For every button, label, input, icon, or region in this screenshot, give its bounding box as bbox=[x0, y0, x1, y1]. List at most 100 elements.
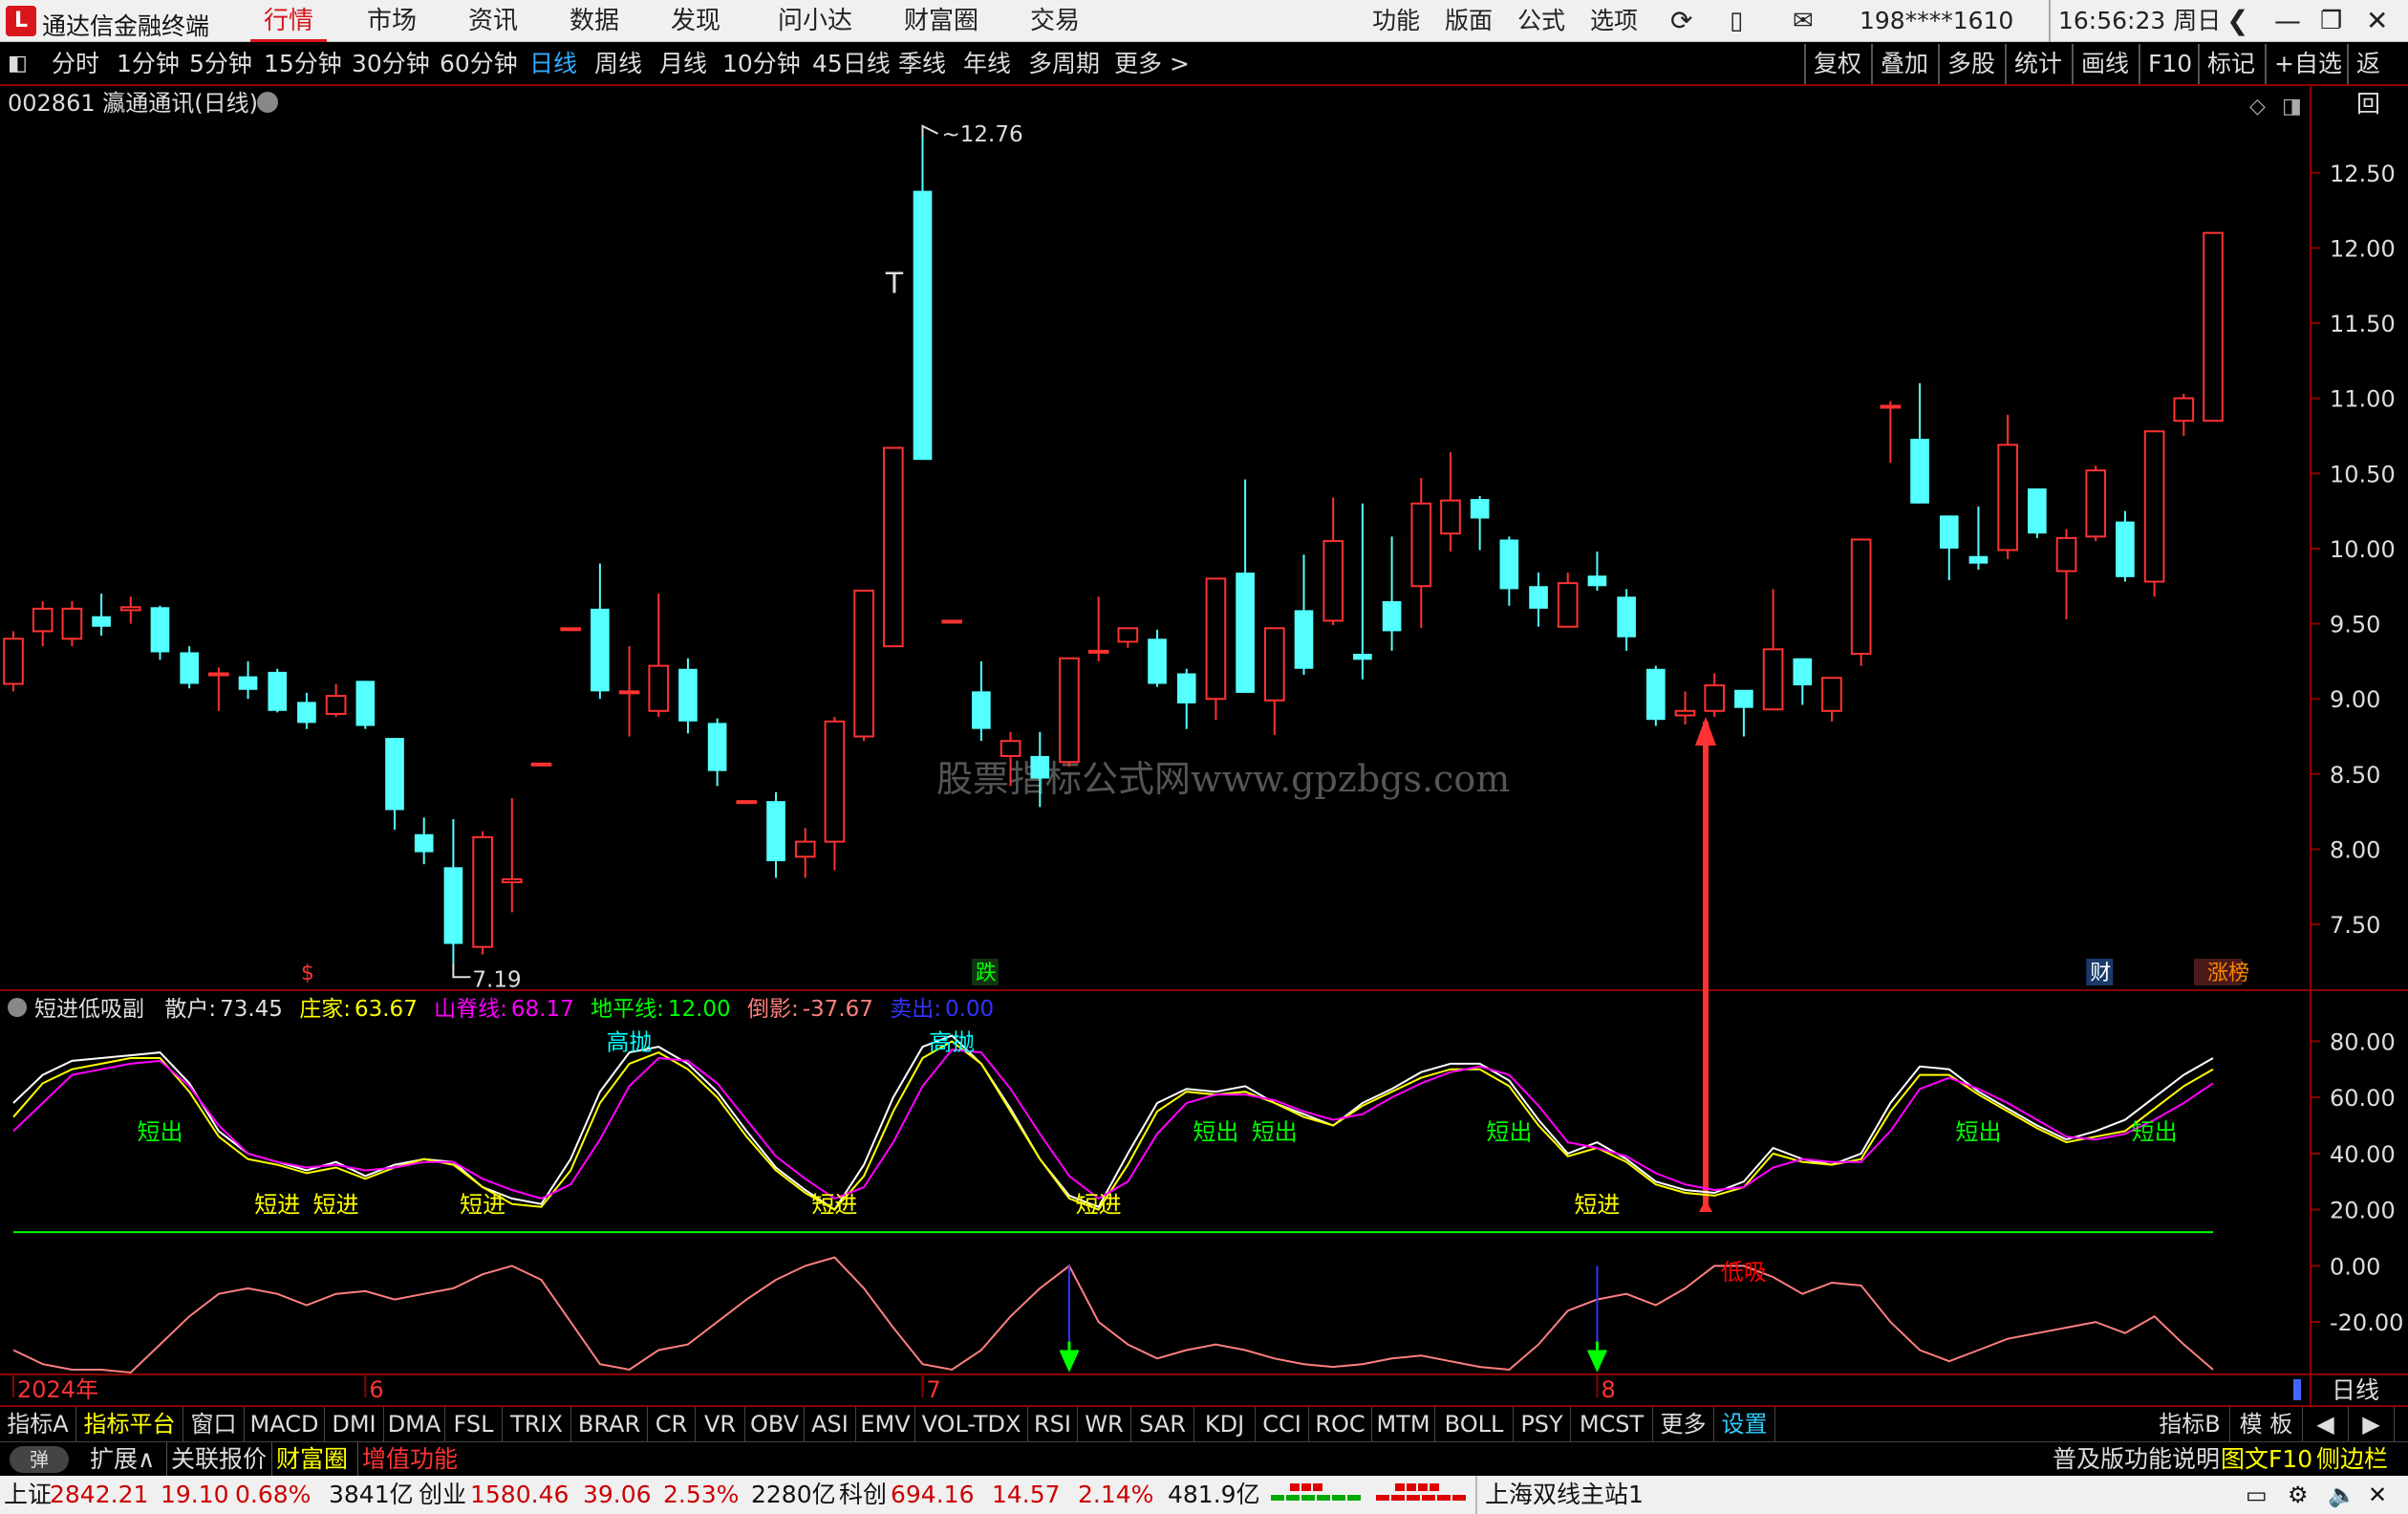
menu-options[interactable]: 选项 bbox=[1590, 0, 1638, 42]
event-marker[interactable]: $ bbox=[301, 962, 314, 985]
cy-label[interactable]: 创业 bbox=[419, 1476, 466, 1514]
event-marker[interactable]: 跌 bbox=[976, 962, 997, 985]
menu-discover[interactable]: 发现 bbox=[657, 0, 734, 42]
restore-icon[interactable]: ❐ bbox=[2320, 0, 2342, 42]
period-15min[interactable]: 15分钟 bbox=[264, 44, 342, 84]
ind-tab-sar[interactable]: SAR bbox=[1131, 1407, 1194, 1441]
period-5min[interactable]: 5分钟 bbox=[189, 44, 252, 84]
menu-wealth[interactable]: 财富圈 bbox=[891, 0, 992, 42]
ind-tab-obv[interactable]: OBV bbox=[745, 1407, 805, 1441]
period-weekly[interactable]: 周线 bbox=[594, 44, 642, 84]
ind-prev-icon[interactable]: ◀ bbox=[2303, 1407, 2349, 1441]
close-icon[interactable]: ✕ bbox=[2366, 0, 2388, 42]
tool-fuquan[interactable]: 复权 bbox=[1804, 44, 1869, 84]
chart-area[interactable]: 002861 瀛通通讯(日线) ◇ ◨ 股票指标公式网www.gpzbgs.co… bbox=[0, 86, 2408, 1405]
ind-tab-rsi[interactable]: RSI bbox=[1028, 1407, 1078, 1441]
ind-tab-psy[interactable]: PSY bbox=[1514, 1407, 1571, 1441]
period-daily[interactable]: 日线 bbox=[529, 44, 577, 84]
pop-toggle[interactable]: 弹 bbox=[10, 1446, 69, 1473]
sidebar-button[interactable]: 侧边栏 « bbox=[2316, 1442, 2408, 1507]
ind-tab-boll[interactable]: BOLL bbox=[1435, 1407, 1514, 1441]
period-quarterly[interactable]: 季线 bbox=[898, 44, 946, 84]
ind-tab-a[interactable]: 指标A bbox=[0, 1407, 76, 1441]
period-monthly[interactable]: 月线 bbox=[659, 44, 707, 84]
ind-tab-emv[interactable]: EMV bbox=[856, 1407, 915, 1441]
sh-label[interactable]: 上证 bbox=[4, 1476, 52, 1514]
panel-icon[interactable]: ◨ bbox=[2282, 95, 2302, 119]
ind-tab-mcst[interactable]: MCST bbox=[1571, 1407, 1653, 1441]
period-45day[interactable]: 45日线 bbox=[812, 44, 891, 84]
menu-formula[interactable]: 公式 bbox=[1517, 0, 1565, 42]
sidebar-toggle-icon[interactable]: ◧ bbox=[8, 44, 28, 84]
tool-draw-line[interactable]: 画线 bbox=[2072, 44, 2137, 84]
mail-icon[interactable]: ✉ bbox=[1793, 0, 1814, 42]
back-icon[interactable]: ❮ bbox=[2226, 0, 2248, 42]
tool-statistics[interactable]: 统计 bbox=[2005, 44, 2070, 84]
value-add-button[interactable]: 增值功能 bbox=[357, 1442, 458, 1477]
tool-overlay[interactable]: 叠加 bbox=[1871, 44, 1936, 84]
stock-dropdown-icon[interactable] bbox=[257, 92, 278, 113]
help-icon[interactable]: ✕ bbox=[2368, 1476, 2387, 1514]
ind-tab-fsl[interactable]: FSL bbox=[445, 1407, 503, 1441]
tool-f10[interactable]: F10 bbox=[2139, 44, 2200, 84]
scroll-handle[interactable] bbox=[2293, 1379, 2301, 1400]
period-more[interactable]: 更多 > bbox=[1114, 44, 1190, 84]
ind-tab-platform[interactable]: 指标平台 bbox=[76, 1407, 183, 1441]
ind-tab-brar[interactable]: BRAR bbox=[571, 1407, 648, 1441]
refresh-icon[interactable]: ⟳ bbox=[1670, 0, 1692, 42]
ind-tab-cci[interactable]: CCI bbox=[1256, 1407, 1309, 1441]
ind-tab-more[interactable]: 更多 bbox=[1653, 1407, 1714, 1441]
event-marker[interactable]: 财 bbox=[2090, 962, 2111, 985]
ind-tab-window[interactable]: 窗口 bbox=[183, 1407, 245, 1441]
menu-ask[interactable]: 问小达 bbox=[764, 0, 866, 42]
sound-icon[interactable]: 🔈 bbox=[2328, 1476, 2356, 1514]
expand-button[interactable]: 扩展∧ bbox=[90, 1442, 155, 1477]
ind-tab-wr[interactable]: WR bbox=[1078, 1407, 1131, 1441]
ind-tab-roc[interactable]: ROC bbox=[1309, 1407, 1372, 1441]
menu-news[interactable]: 资讯 bbox=[455, 0, 531, 42]
period-yearly[interactable]: 年线 bbox=[963, 44, 1011, 84]
period-multi[interactable]: 多周期 bbox=[1028, 44, 1100, 84]
ind-template[interactable]: 模 板 bbox=[2230, 1407, 2303, 1441]
ind-tab-kdj[interactable]: KDJ bbox=[1194, 1407, 1256, 1441]
tool-back[interactable]: 返回 bbox=[2347, 44, 2408, 118]
menu-market[interactable]: 市场 bbox=[354, 0, 430, 42]
menu-function[interactable]: 功能 bbox=[1372, 0, 1420, 42]
tool-add-watchlist[interactable]: +自选 bbox=[2265, 44, 2350, 84]
kc-label[interactable]: 科创 bbox=[839, 1476, 887, 1514]
period-fenshi[interactable]: 分时 bbox=[52, 44, 99, 84]
ind-tab-cr[interactable]: CR bbox=[648, 1407, 696, 1441]
ind-next-icon[interactable]: ▶ bbox=[2349, 1407, 2395, 1441]
tool-mark[interactable]: 标记 bbox=[2198, 44, 2263, 84]
event-marker[interactable]: 涨榜 bbox=[2207, 962, 2249, 985]
ind-tab-macd[interactable]: MACD bbox=[245, 1407, 325, 1441]
f10-button[interactable]: 图文F10 bbox=[2221, 1442, 2312, 1477]
menu-hangqing[interactable]: 行情 bbox=[250, 0, 328, 42]
ind-tab-asi[interactable]: ASI bbox=[805, 1407, 856, 1441]
window-icon[interactable]: ▭ bbox=[2246, 1476, 2268, 1514]
ind-tab-vr[interactable]: VR bbox=[696, 1407, 745, 1441]
ind-tab-dmi[interactable]: DMI bbox=[325, 1407, 384, 1441]
menu-layout[interactable]: 版面 bbox=[1445, 0, 1493, 42]
menu-trade[interactable]: 交易 bbox=[1017, 0, 1093, 42]
server-name[interactable]: 上海双线主站1 bbox=[1475, 1476, 1644, 1514]
ind-tab-mtm[interactable]: MTM bbox=[1372, 1407, 1435, 1441]
period-10min[interactable]: 10分钟 bbox=[722, 44, 801, 84]
minimize-icon[interactable]: — bbox=[2274, 0, 2301, 42]
related-quote-button[interactable]: 关联报价 bbox=[166, 1442, 267, 1477]
phone-icon[interactable]: ▯ bbox=[1730, 0, 1743, 42]
period-60min[interactable]: 60分钟 bbox=[440, 44, 518, 84]
tool-multi-stock[interactable]: 多股 bbox=[1938, 44, 2003, 84]
promo-link[interactable]: 普及版功能说明 bbox=[2053, 1442, 2220, 1477]
diamond-icon[interactable]: ◇ bbox=[2249, 95, 2266, 119]
indicator-dropdown-icon[interactable] bbox=[8, 998, 27, 1017]
period-1min[interactable]: 1分钟 bbox=[117, 44, 180, 84]
ind-tab-trix[interactable]: TRIX bbox=[503, 1407, 571, 1441]
ind-tab-settings[interactable]: 设置 bbox=[1714, 1407, 1775, 1441]
wealth-circle-button[interactable]: 财富圈 bbox=[271, 1442, 348, 1477]
ind-tab-vol-tdx[interactable]: VOL-TDX bbox=[915, 1407, 1028, 1441]
account-id[interactable]: 198****1610 bbox=[1860, 0, 2013, 42]
ind-tab-dma[interactable]: DMA bbox=[384, 1407, 445, 1441]
ind-tab-b[interactable]: 指标B bbox=[2150, 1407, 2230, 1441]
period-30min[interactable]: 30分钟 bbox=[352, 44, 430, 84]
